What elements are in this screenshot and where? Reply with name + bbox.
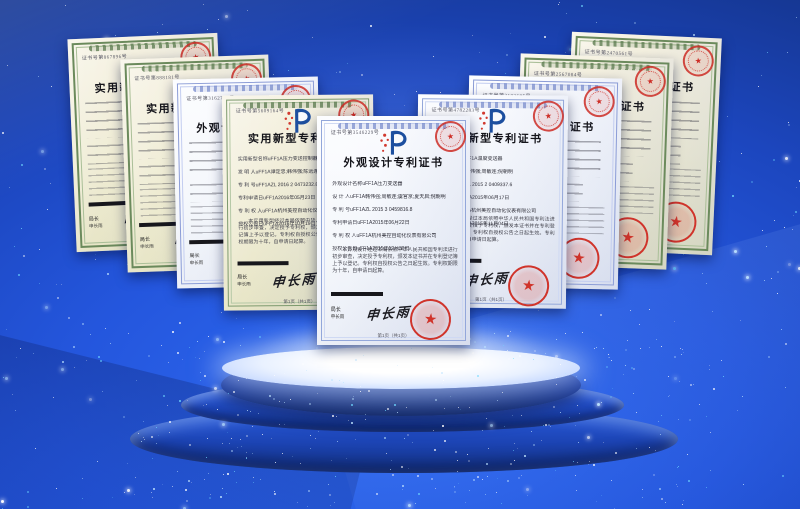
director-signature: 申长雨	[365, 301, 412, 324]
border-ornament	[542, 61, 652, 71]
field-label: 专 利 权 人	[332, 233, 371, 239]
field-value: 温度变送器	[477, 156, 502, 162]
director-label: 局长	[140, 235, 150, 242]
field-value: 2016年05月23日	[278, 195, 315, 201]
seal-inner-ring	[639, 70, 662, 93]
field-value: 压力变送器	[377, 181, 402, 187]
director-printed-name: 申长雨	[331, 314, 345, 320]
seal-star-icon: ★	[668, 214, 684, 231]
redacted-bar	[331, 292, 383, 296]
border-ornament	[490, 83, 600, 91]
promo-banner: 证书号第867896号 实用新型专利证书 ★ 局长 申长雨 申长雨	[0, 0, 800, 509]
field-row: 设 计 人韩伟强;周敏连;虞官京;夏天启;倪朝明	[332, 194, 459, 200]
field-row: 外观设计名称压力变送器	[332, 181, 459, 187]
certificate-title: 外观设计专利证书	[317, 154, 470, 170]
cnipa-patent-logo-icon	[378, 129, 410, 157]
seal-inner-ring	[439, 125, 463, 149]
director-printed-name: 申长雨	[89, 223, 103, 230]
seal-inner-ring	[687, 50, 710, 73]
director-signature: 申长雨	[463, 267, 510, 290]
field-label: 专 利 权 人	[238, 208, 277, 214]
seal-star-icon: ★	[572, 250, 587, 267]
redacted-bar	[237, 261, 288, 265]
red-stamp-seal-icon: ★	[633, 64, 667, 98]
field-value: 杭州美控自动化仪表有限公司	[471, 207, 536, 214]
field-value: 2015年06月17日	[472, 194, 509, 200]
seal-star-icon: ★	[620, 230, 635, 247]
field-value: ZL 2015 3 0459816.8	[365, 207, 412, 213]
field-row: 专 利 号ZL 2015 3 0459816.8	[332, 207, 459, 213]
field-label: 专 利 号	[332, 207, 365, 213]
seal-star-icon: ★	[521, 278, 536, 294]
director-printed-name: 申长雨	[237, 282, 251, 288]
field-row: 专 利 权 人杭州美控自动化仪表有限公司	[332, 233, 459, 239]
field-value: 2015年06月22日	[372, 220, 409, 226]
page-label: 第1页（共1页）	[317, 333, 470, 339]
director-label: 局长	[190, 252, 200, 259]
director-signature: 申长雨	[271, 268, 317, 292]
certificate-5: 证书号第3546229号 外观设计专利证书 ★ 外观设计名称压力变送器设 计 人…	[317, 116, 470, 345]
field-value: 压力变送控制器	[283, 156, 318, 162]
director-label: 局长	[331, 306, 341, 313]
director-printed-name: 申长雨	[140, 243, 154, 249]
grant-statement-paragraph: 本外观设计经过本局依照中华人民共和国专利法进行初步审查，决定授予专利权，颁发本证…	[332, 247, 457, 291]
field-label: 专 利 号	[238, 183, 271, 189]
field-label: 专利申请日	[332, 220, 372, 226]
field-value: ZL 2016 2 0473232.8	[271, 182, 318, 188]
seal-inner-ring	[588, 90, 611, 113]
seal-star-icon: ★	[423, 312, 438, 328]
certificate-number: 证书号第5609164号	[236, 107, 285, 114]
field-label: 外观设计名称	[332, 181, 377, 187]
field-value: 杭州美控自动化仪表有限公司	[371, 233, 436, 239]
seal-inner-ring	[537, 104, 561, 128]
red-stamp-seal-icon: ★	[681, 44, 715, 78]
field-value: 韩伟强;周敏连;虞官京;夏天启;倪朝明	[365, 194, 446, 200]
certificate-number: 证书号第3546229号	[331, 129, 380, 136]
director-label: 局长	[89, 215, 99, 222]
director-printed-name: 申长雨	[190, 260, 204, 266]
field-label: 实用新型名称	[238, 156, 283, 162]
director-label: 局长	[237, 274, 247, 281]
field-label: 设 计 人	[332, 194, 365, 200]
certificate-number: 证书号第4782283号	[431, 106, 480, 114]
field-value: ZL 2015 2 0409337.6	[465, 181, 512, 187]
field-value: 韩伟强;周敏连;倪朝明	[465, 168, 513, 175]
field-row: 专利申请日2015年06月22日	[332, 220, 459, 226]
field-label: 专利申请日	[238, 195, 278, 201]
field-label: 发 明 人	[238, 170, 271, 176]
